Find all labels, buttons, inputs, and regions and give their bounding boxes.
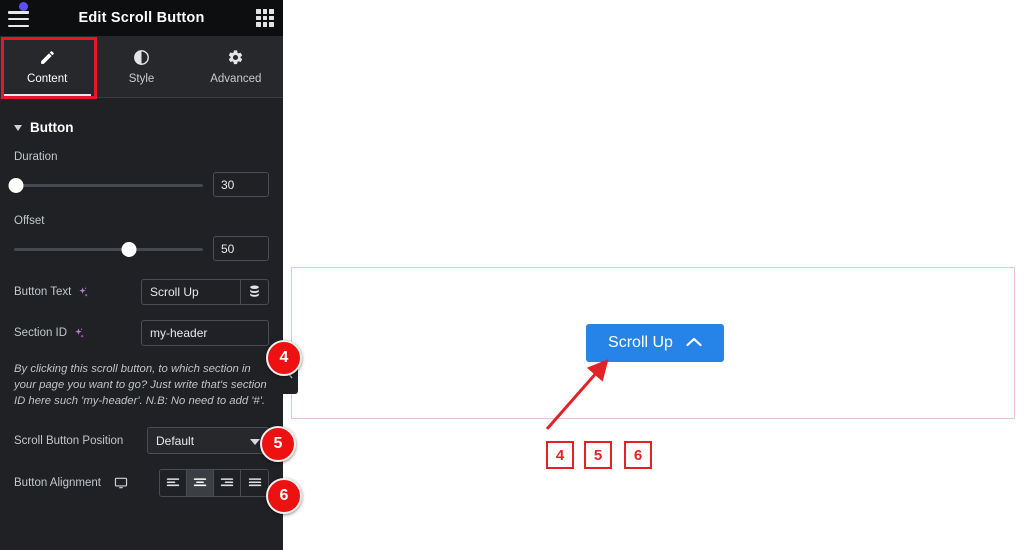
desktop-monitor-icon[interactable] — [114, 476, 128, 490]
tab-style[interactable]: Style — [94, 36, 188, 97]
canvas-section-frame[interactable]: Scroll Up — [291, 267, 1015, 419]
editor-canvas-preview: Scroll Up — [283, 0, 1024, 550]
section-id-value[interactable]: my-header — [142, 326, 268, 340]
tab-content[interactable]: Content — [0, 36, 95, 97]
chevron-up-icon — [686, 334, 702, 352]
panel-header: Edit Scroll Button — [0, 0, 283, 36]
tab-content-label: Content — [27, 72, 68, 85]
button-text-field[interactable]: Scroll Up — [141, 279, 269, 305]
contrast-icon — [133, 49, 150, 67]
scroll-up-button[interactable]: Scroll Up — [586, 324, 724, 362]
scroll-button-position-value: Default — [156, 433, 195, 448]
chevron-down-icon — [250, 439, 260, 445]
tab-advanced-label: Advanced — [210, 72, 262, 85]
callout-circle-4: 4 — [266, 340, 302, 376]
scroll-up-button-label: Scroll Up — [608, 334, 673, 351]
section-header-button[interactable]: Button — [14, 98, 269, 151]
apps-grid-icon[interactable] — [256, 9, 274, 27]
scroll-button-position-label: Scroll Button Position — [14, 434, 124, 447]
page-title: Edit Scroll Button — [78, 10, 205, 26]
notification-dot — [19, 2, 28, 11]
scroll-button-position-select[interactable]: Default — [147, 427, 269, 454]
align-left-button[interactable] — [160, 470, 187, 496]
section-id-help-text: By clicking this scroll button, to which… — [14, 363, 267, 407]
button-text-label: Button Text — [14, 286, 72, 298]
button-alignment-label: Button Alignment — [14, 477, 101, 489]
elementor-editor-panel: Edit Scroll Button Content Style Advance… — [0, 0, 283, 550]
callout-square-6: 6 — [624, 441, 652, 469]
scroll-button-position-row: Scroll Button Position Default — [14, 427, 269, 454]
align-right-button[interactable] — [214, 470, 241, 496]
sparkle-ai-icon[interactable] — [76, 286, 89, 299]
pencil-icon — [39, 49, 56, 67]
callout-circle-5: 5 — [260, 426, 296, 462]
button-text-label-group: Button Text — [14, 286, 89, 299]
duration-slider[interactable] — [8, 176, 203, 194]
button-alignment-group — [159, 469, 269, 497]
button-text-row: Button Text Scroll Up — [14, 279, 269, 305]
screenshot-root: Edit Scroll Button Content Style Advance… — [0, 0, 1024, 550]
offset-slider-track — [14, 247, 203, 251]
align-center-button[interactable] — [187, 470, 214, 496]
callout-square-4: 4 — [546, 441, 574, 469]
panel-body: Button Duration 30 Offset 50 Button Text… — [0, 98, 283, 497]
callout-circle-6: 6 — [266, 478, 302, 514]
dynamic-tags-database-icon[interactable] — [240, 280, 268, 304]
callout-square-5: 5 — [584, 441, 612, 469]
offset-slider-knob[interactable] — [121, 241, 137, 257]
caret-down-icon — [14, 124, 22, 131]
hamburger-menu-icon[interactable] — [8, 11, 29, 27]
duration-slider-track — [14, 183, 203, 187]
duration-control-row: 30 — [8, 172, 269, 197]
section-id-label: Section ID — [14, 327, 68, 339]
section-header-label: Button — [30, 120, 74, 135]
tab-advanced[interactable]: Advanced — [189, 36, 283, 97]
section-id-row: Section ID my-header — [14, 320, 269, 346]
offset-slider[interactable] — [14, 240, 203, 258]
align-justify-button[interactable] — [241, 470, 268, 496]
section-id-label-group: Section ID — [14, 327, 85, 340]
sparkle-ai-icon[interactable] — [72, 327, 85, 340]
tab-style-label: Style — [128, 72, 155, 85]
panel-tabs: Content Style Advanced — [0, 36, 283, 99]
section-id-field[interactable]: my-header — [141, 320, 269, 346]
button-alignment-row: Button Alignment — [14, 469, 269, 497]
duration-input[interactable]: 30 — [213, 172, 269, 197]
offset-control-row: 50 — [14, 236, 269, 261]
button-alignment-label-group: Button Alignment — [14, 476, 128, 490]
gear-icon — [227, 49, 244, 67]
offset-input[interactable]: 50 — [213, 236, 269, 261]
offset-label: Offset — [14, 215, 45, 227]
duration-slider-knob[interactable] — [8, 177, 24, 193]
duration-label: Duration — [14, 151, 58, 163]
button-text-value[interactable]: Scroll Up — [142, 285, 240, 299]
